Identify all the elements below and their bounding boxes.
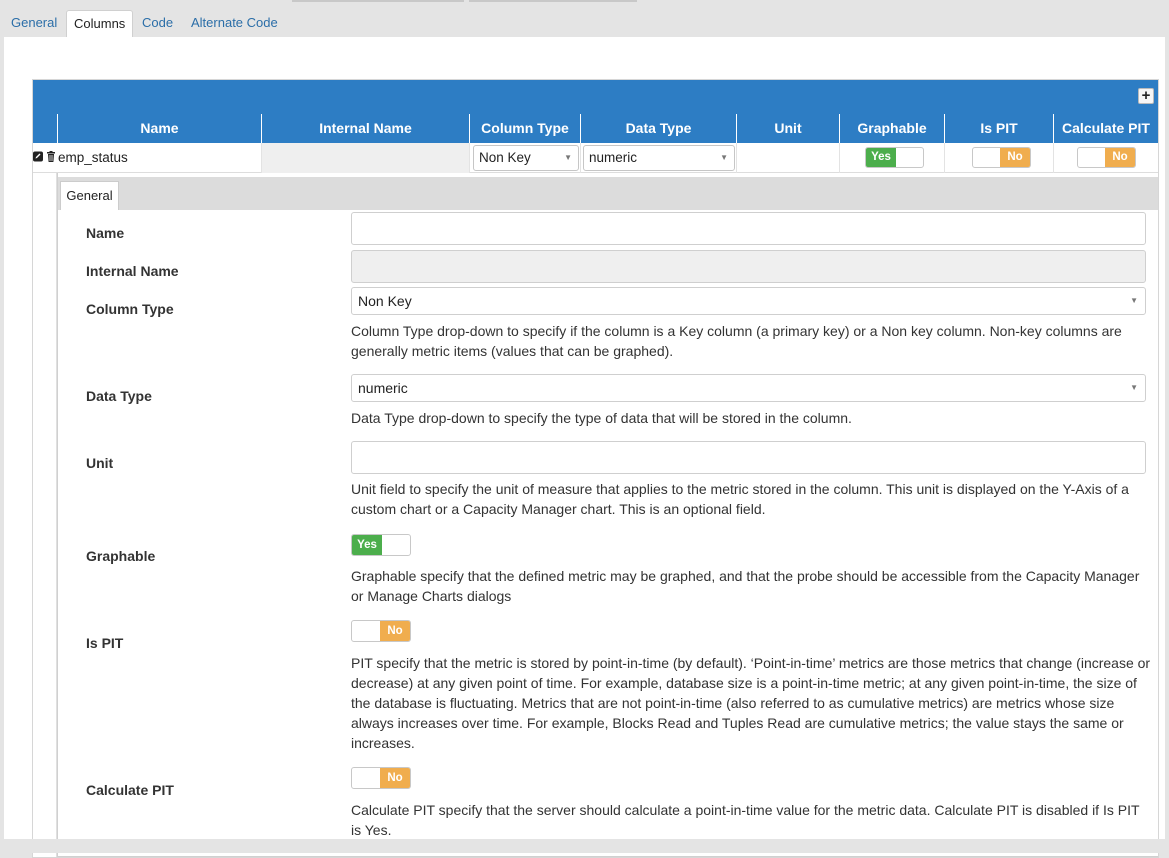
graphable-help: Graphable specify that the defined metri… <box>351 568 1140 604</box>
is-pit-help: PIT specify that the metric is stored by… <box>351 655 1151 751</box>
row-is-pit-toggle[interactable]: No <box>972 147 1031 168</box>
row-name[interactable]: emp_status <box>58 150 128 165</box>
internal-name-label: Internal Name <box>86 263 179 279</box>
is-pit-label: Is PIT <box>86 635 124 651</box>
bottom-strip <box>0 839 1169 853</box>
header-calculate-pit[interactable]: Calculate PIT <box>1053 114 1158 143</box>
column-type-value: Non Key <box>358 293 412 309</box>
toggle-knob: Yes <box>352 535 382 555</box>
row-graphable-toggle[interactable]: Yes <box>865 147 924 168</box>
add-column-button[interactable]: + <box>1138 88 1154 104</box>
toggle-knob: No <box>1000 148 1030 167</box>
row-data-type-cell: numeric ▼ <box>580 143 736 173</box>
tab-columns[interactable]: Columns <box>66 10 134 38</box>
column-type-select[interactable]: Non Key ▼ <box>351 287 1146 315</box>
unit-label: Unit <box>86 455 114 471</box>
header-data-type[interactable]: Data Type <box>580 114 736 143</box>
row-graphable-cell: Yes <box>839 143 944 173</box>
name-label: Name <box>86 225 125 241</box>
grid-header: Name Internal Name Column Type Data Type… <box>33 114 1158 143</box>
chevron-down-icon: ▼ <box>1130 296 1138 305</box>
name-field[interactable] <box>351 212 1146 245</box>
row-actions <box>33 151 56 165</box>
tab-code[interactable]: Code <box>135 10 180 38</box>
row-column-type-select[interactable]: Non Key ▼ <box>473 145 579 171</box>
calculate-pit-help: Calculate PIT specify that the server sh… <box>351 802 1140 838</box>
tab-alternate-code[interactable]: Alternate Code <box>184 10 285 38</box>
row-column-type-cell: Non Key ▼ <box>469 143 580 173</box>
is-pit-toggle[interactable]: No <box>351 620 411 642</box>
top-divider <box>292 0 464 2</box>
row-data-type-value: numeric <box>589 150 638 165</box>
row-calculate-pit-toggle[interactable]: No <box>1077 147 1136 168</box>
data-type-label: Data Type <box>86 388 152 404</box>
detail-tab-general[interactable]: General <box>60 181 119 210</box>
header-name[interactable]: Name <box>57 114 261 143</box>
toggle-knob: No <box>380 768 410 788</box>
table-row[interactable]: emp_status Non Key ▼ numeric ▼ Yes No No <box>33 143 1158 173</box>
row-data-type-select[interactable]: numeric ▼ <box>583 145 735 171</box>
columns-panel: + Name Internal Name Column Type Data Ty… <box>4 37 1165 858</box>
toggle-knob: Yes <box>866 148 896 167</box>
graphable-label: Graphable <box>86 548 156 564</box>
header-column-type[interactable]: Column Type <box>469 114 580 143</box>
row-unit[interactable] <box>736 143 839 173</box>
column-type-help: Column Type drop-down to specify if the … <box>351 323 1122 359</box>
header-graphable[interactable]: Graphable <box>839 114 944 143</box>
header-internal-name[interactable]: Internal Name <box>261 114 469 143</box>
header-unit[interactable]: Unit <box>736 114 839 143</box>
row-is-pit-cell: No <box>944 143 1053 173</box>
columns-grid: + Name Internal Name Column Type Data Ty… <box>32 79 1159 858</box>
trash-icon[interactable] <box>46 151 56 165</box>
row-gutter <box>33 173 57 857</box>
toggle-knob: No <box>1105 148 1135 167</box>
main-tabbar: General Columns Code Alternate Code <box>0 4 1169 38</box>
calculate-pit-label: Calculate PIT <box>86 782 174 798</box>
edit-icon[interactable] <box>33 151 46 165</box>
graphable-toggle[interactable]: Yes <box>351 534 411 556</box>
calculate-pit-toggle[interactable]: No <box>351 767 411 789</box>
chevron-down-icon: ▼ <box>1130 383 1138 392</box>
internal-name-field <box>351 250 1146 283</box>
row-internal-name <box>261 143 469 173</box>
top-divider <box>469 0 637 2</box>
data-type-select[interactable]: numeric ▼ <box>351 374 1146 402</box>
chevron-down-icon: ▼ <box>564 153 572 162</box>
detail-tabbar: General <box>58 177 1158 210</box>
column-type-label: Column Type <box>86 301 174 317</box>
toggle-knob: No <box>380 621 410 641</box>
unit-field[interactable] <box>351 441 1146 474</box>
row-column-type-value: Non Key <box>479 150 531 165</box>
unit-help: Unit field to specify the unit of measur… <box>351 481 1129 517</box>
chevron-down-icon: ▼ <box>720 153 728 162</box>
data-type-help: Data Type drop-down to specify the type … <box>351 410 852 426</box>
grid-toolbar: + <box>33 80 1158 114</box>
header-is-pit[interactable]: Is PIT <box>944 114 1053 143</box>
row-calculate-pit-cell: No <box>1053 143 1158 173</box>
data-type-value: numeric <box>358 380 408 396</box>
tab-general[interactable]: General <box>4 10 64 38</box>
row-detail-panel: General Name Internal Name Column Type N… <box>57 173 1158 857</box>
